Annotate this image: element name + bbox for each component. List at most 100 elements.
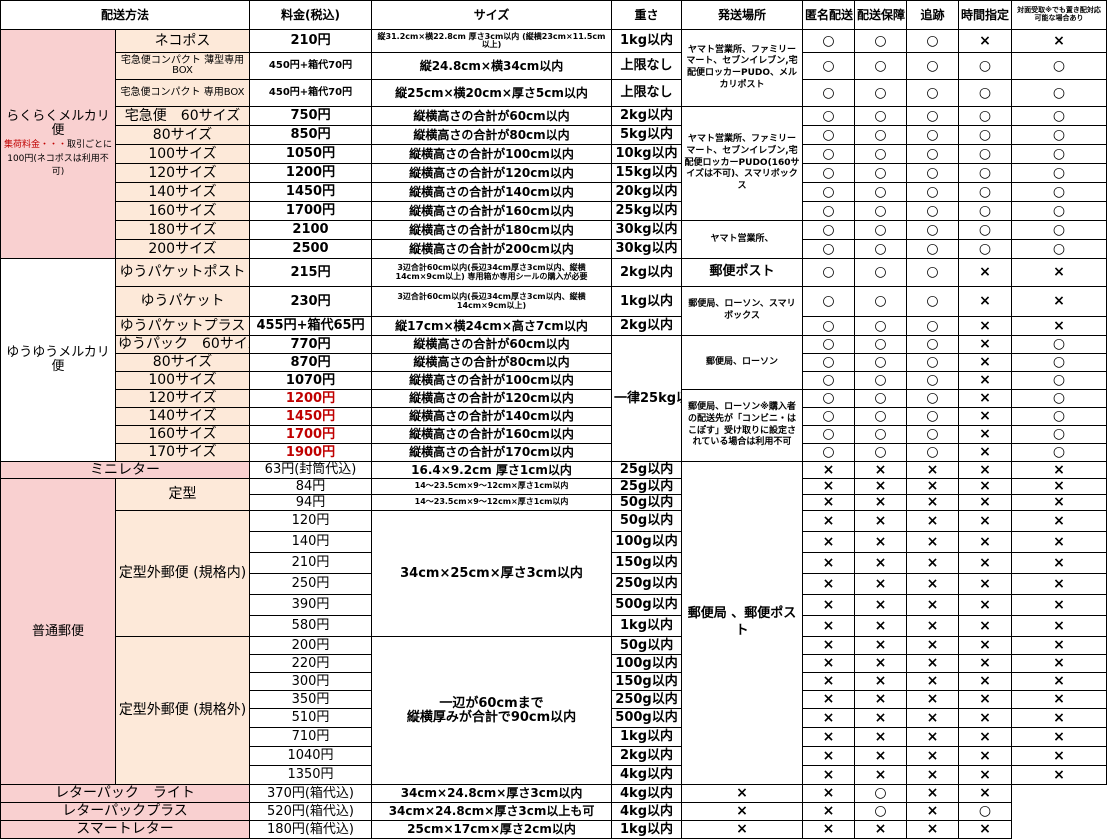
tracking-mark: × — [906, 461, 960, 479]
tracking-mark: × — [906, 573, 960, 595]
face-mark: ○ — [1011, 335, 1107, 354]
table-row: 定型外郵便 (規格内) 120円 34cm×25cm×厚さ3cm以内 50g以内 × × ×… — [1, 510, 1107, 637]
face-mark: ○ — [1011, 239, 1107, 259]
service-name: 170サイズ — [114, 443, 251, 462]
time-mark: ○ — [958, 106, 1013, 126]
size-cell: 34cm×25cm×厚さ3cm以内 — [371, 510, 613, 637]
guarantee-mark: ○ — [854, 163, 908, 183]
weight-cell: 1kg以内 — [611, 286, 683, 317]
service-name: ゆうパック 60サイズ — [114, 335, 251, 354]
anonymous-mark: × — [802, 708, 856, 728]
table-row: 80サイズ 850円 縦横高さの合計が80cm以内 5kg以内 ○ ○ ○ ○ ○ — [1, 125, 1107, 145]
anonymous-mark: × — [802, 494, 856, 511]
origin-cell: ヤマト営業所、 — [681, 220, 804, 259]
service-name: 160サイズ — [114, 425, 251, 444]
face-mark: ○ — [1011, 106, 1107, 126]
price-cell: 1700円 — [249, 425, 373, 444]
time-mark: × — [906, 784, 960, 803]
time-mark: × — [958, 389, 1013, 408]
anonymous-mark: × — [802, 510, 856, 532]
guarantee-mark: ○ — [854, 125, 908, 145]
price-cell: 63円(封筒代込) — [249, 461, 373, 479]
price-cell: 450円+箱代70円 — [249, 52, 373, 80]
price-cell: 450円+箱代70円 — [249, 79, 373, 107]
time-mark: × — [958, 494, 1013, 511]
size-cell: 縦横高さの合計が140cm以内 — [371, 407, 613, 426]
header-row: 配送方法 料金(税込) サイズ 重さ 発送場所 匿名配送 配送保障 追跡 時間指… — [0, 0, 1107, 30]
header-method: 配送方法 — [0, 0, 251, 30]
tracking-mark: × — [906, 765, 960, 785]
group-yuyu-mercari: ゆうゆうメルカリ便 — [0, 258, 116, 462]
weight-cell: 1kg以内 — [611, 29, 683, 53]
price-cell: 750円 — [249, 106, 373, 126]
tracking-mark: × — [906, 494, 960, 511]
guarantee-mark: ○ — [854, 335, 908, 354]
time-mark: × — [958, 443, 1013, 462]
tracking-mark: ○ — [906, 389, 960, 408]
service-name: 100サイズ — [114, 371, 251, 390]
price-cell: 215円 — [249, 258, 373, 287]
face-mark: × — [1011, 316, 1107, 336]
guarantee-mark: × — [854, 494, 908, 511]
anonymous-mark: ○ — [802, 163, 856, 183]
face-mark: ○ — [1011, 371, 1107, 390]
face-mark: × — [1011, 672, 1107, 691]
tracking-mark: × — [906, 708, 960, 728]
time-mark: × — [958, 425, 1013, 444]
tracking-mark: ○ — [906, 407, 960, 426]
guarantee-mark: ○ — [854, 144, 908, 164]
anonymous-mark: × — [681, 784, 804, 803]
weight-cell: 20kg以内 — [611, 182, 683, 202]
header-size: サイズ — [371, 0, 613, 30]
tracking-mark: ○ — [906, 371, 960, 390]
guarantee-mark: × — [854, 708, 908, 728]
price-cell: 850円 — [249, 125, 373, 145]
tracking-mark: × — [906, 672, 960, 691]
table-row: ゆうパケットプラス 455円+箱代65円 縦17cm×横24cm×高さ7cm以内 2k… — [1, 316, 1107, 336]
weight-cell: 100g以内 — [611, 531, 683, 553]
table-row: 200サイズ 2500 縦横高さの合計が200cm以内 30kg以内 ○ ○ ○ ○ ○ — [1, 239, 1107, 259]
origin-cell: 郵便局、ローソン※購入者の配送先が「コンビニ・はこぽす」受け取りに設定されている… — [681, 389, 804, 462]
tracking-mark: × — [906, 636, 960, 655]
origin-cell: 郵便ポスト — [681, 258, 804, 287]
service-name: 160サイズ — [114, 201, 251, 221]
table-row: レターパックプラス 520円(箱代込) 34cm×24.8cm×厚さ3cm以上も可 4… — [0, 802, 1107, 821]
anonymous-mark: ○ — [802, 239, 856, 259]
origin-cell: 郵便局、ローソン — [681, 335, 804, 390]
time-mark: × — [906, 802, 960, 821]
weight-cell: 15kg以内 — [611, 163, 683, 183]
anonymous-mark: ○ — [802, 258, 856, 287]
tracking-mark: × — [906, 478, 960, 495]
size-cell: 縦横高さの合計が200cm以内 — [371, 239, 613, 259]
tracking-mark: ○ — [906, 29, 960, 53]
time-mark: × — [958, 316, 1013, 336]
price-cell: 140円 — [249, 531, 373, 553]
face-mark: × — [1011, 478, 1107, 495]
guarantee-mark: × — [854, 510, 908, 532]
tracking-mark: × — [906, 531, 960, 553]
table-row: 170サイズ 1900円 縦横高さの合計が170cm以内 ○ ○ ○ × ○ — [1, 443, 1107, 462]
size-cell: 縦横高さの合計が180cm以内 — [371, 220, 613, 240]
size-cell: 34cm×24.8cm×厚さ3cm以上も可 — [371, 802, 613, 821]
guarantee-mark: ○ — [854, 79, 908, 107]
guarantee-mark: × — [854, 636, 908, 655]
time-mark: × — [958, 510, 1013, 532]
face-mark: × — [1011, 510, 1107, 532]
face-mark: × — [1011, 615, 1107, 637]
face-mark: ○ — [1011, 389, 1107, 408]
time-mark: ○ — [958, 201, 1013, 221]
size-cell: 縦横高さの合計が60cm以内 — [371, 106, 613, 126]
time-mark: × — [958, 594, 1013, 616]
guarantee-mark: × — [854, 573, 908, 595]
weight-cell: 2kg以内 — [611, 258, 683, 287]
tracking-mark: ○ — [854, 802, 908, 821]
price-cell: 1070円 — [249, 371, 373, 390]
face-mark: ○ — [1011, 407, 1107, 426]
size-cell: 縦17cm×横24cm×高さ7cm以内 — [371, 316, 613, 336]
time-mark: ○ — [958, 125, 1013, 145]
guarantee-mark: × — [854, 654, 908, 673]
size-cell: 3辺合計60cm以内(長辺34cm厚さ3cm以内、縦横14cm×9cm以上) 専… — [371, 258, 613, 287]
anonymous-mark: ○ — [802, 79, 856, 107]
anonymous-mark: × — [802, 478, 856, 495]
face-mark: ○ — [1011, 52, 1107, 80]
